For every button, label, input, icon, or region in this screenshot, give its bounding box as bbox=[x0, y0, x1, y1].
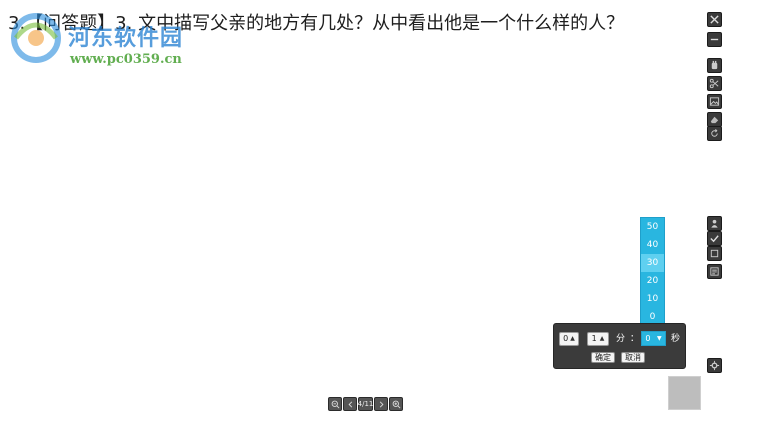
person-icon bbox=[711, 219, 718, 228]
minutes-unit-label: 分 bbox=[616, 334, 626, 344]
seconds-value: 0 bbox=[645, 334, 651, 343]
check-icon bbox=[710, 235, 719, 243]
seconds-dropdown-list: 50 40 30 20 10 0 bbox=[640, 217, 665, 327]
scissors-tool-button[interactable] bbox=[707, 76, 722, 91]
next-page-button[interactable] bbox=[374, 397, 388, 411]
seconds-option[interactable]: 40 bbox=[641, 236, 664, 254]
close-button[interactable] bbox=[707, 12, 722, 27]
seconds-select[interactable]: 0 ▼ bbox=[641, 331, 666, 346]
prev-page-button[interactable] bbox=[343, 397, 357, 411]
zoom-out-button[interactable] bbox=[328, 397, 342, 411]
stepper-up-icon[interactable]: ▲ bbox=[600, 333, 605, 345]
hand-icon bbox=[711, 60, 718, 70]
chevron-down-icon: ▼ bbox=[657, 335, 662, 342]
zoom-out-icon bbox=[331, 400, 339, 408]
person-tool-button[interactable] bbox=[707, 216, 722, 231]
check-tool-button[interactable] bbox=[707, 231, 722, 246]
rotate-tool-button[interactable] bbox=[707, 126, 722, 141]
image-icon bbox=[709, 97, 720, 106]
box-tool-button[interactable] bbox=[707, 246, 722, 261]
rotate-icon bbox=[711, 129, 718, 137]
eraser-tool-button[interactable] bbox=[707, 112, 722, 127]
minutes-value: 1 bbox=[591, 334, 597, 343]
note-icon bbox=[710, 267, 719, 276]
watermark-url: www.pc0359.cn bbox=[70, 52, 182, 67]
eraser-icon bbox=[710, 116, 719, 124]
thumbnail-placeholder[interactable] bbox=[668, 376, 701, 410]
zoom-in-icon bbox=[392, 400, 400, 408]
chevron-left-icon bbox=[348, 400, 352, 408]
colon-label: ： bbox=[630, 334, 640, 344]
seconds-option-highlighted[interactable]: 30 bbox=[641, 254, 664, 272]
cancel-button[interactable]: 取消 bbox=[621, 352, 645, 363]
seconds-unit-label: 秒 bbox=[671, 334, 681, 344]
watermark-logo-icon bbox=[11, 13, 61, 63]
page-label: 4/11 bbox=[357, 400, 374, 408]
box-icon bbox=[710, 249, 719, 258]
image-tool-button[interactable] bbox=[707, 94, 722, 109]
settings-icon bbox=[709, 360, 720, 371]
minimize-button[interactable] bbox=[707, 32, 722, 47]
seconds-option[interactable]: 20 bbox=[641, 272, 664, 290]
seconds-option[interactable]: 50 bbox=[641, 218, 664, 236]
hand-tool-button[interactable] bbox=[707, 58, 722, 73]
chevron-right-icon bbox=[379, 400, 383, 408]
hours-stepper[interactable]: 0 ▲ bbox=[559, 332, 579, 346]
zoom-in-button[interactable] bbox=[389, 397, 403, 411]
hours-value: 0 bbox=[563, 334, 569, 343]
minutes-stepper[interactable]: 1 ▲ bbox=[587, 332, 609, 346]
scissors-icon bbox=[709, 78, 719, 89]
close-icon bbox=[710, 15, 719, 24]
minimize-icon bbox=[710, 38, 719, 41]
watermark-title: 河东软件园 bbox=[68, 26, 184, 51]
confirm-button[interactable]: 确定 bbox=[591, 352, 615, 363]
settings-tool-button[interactable] bbox=[707, 358, 722, 373]
seconds-option[interactable]: 10 bbox=[641, 290, 664, 308]
stepper-up-icon[interactable]: ▲ bbox=[570, 333, 575, 345]
note-tool-button[interactable] bbox=[707, 264, 722, 279]
watermark: 河东软件园 www.pc0359.cn bbox=[2, 6, 232, 70]
page-indicator: 4/11 bbox=[358, 397, 373, 411]
timer-panel: 0 ▲ 1 ▲ 分 ： 0 ▼ 秒 确定 取消 bbox=[553, 323, 686, 369]
